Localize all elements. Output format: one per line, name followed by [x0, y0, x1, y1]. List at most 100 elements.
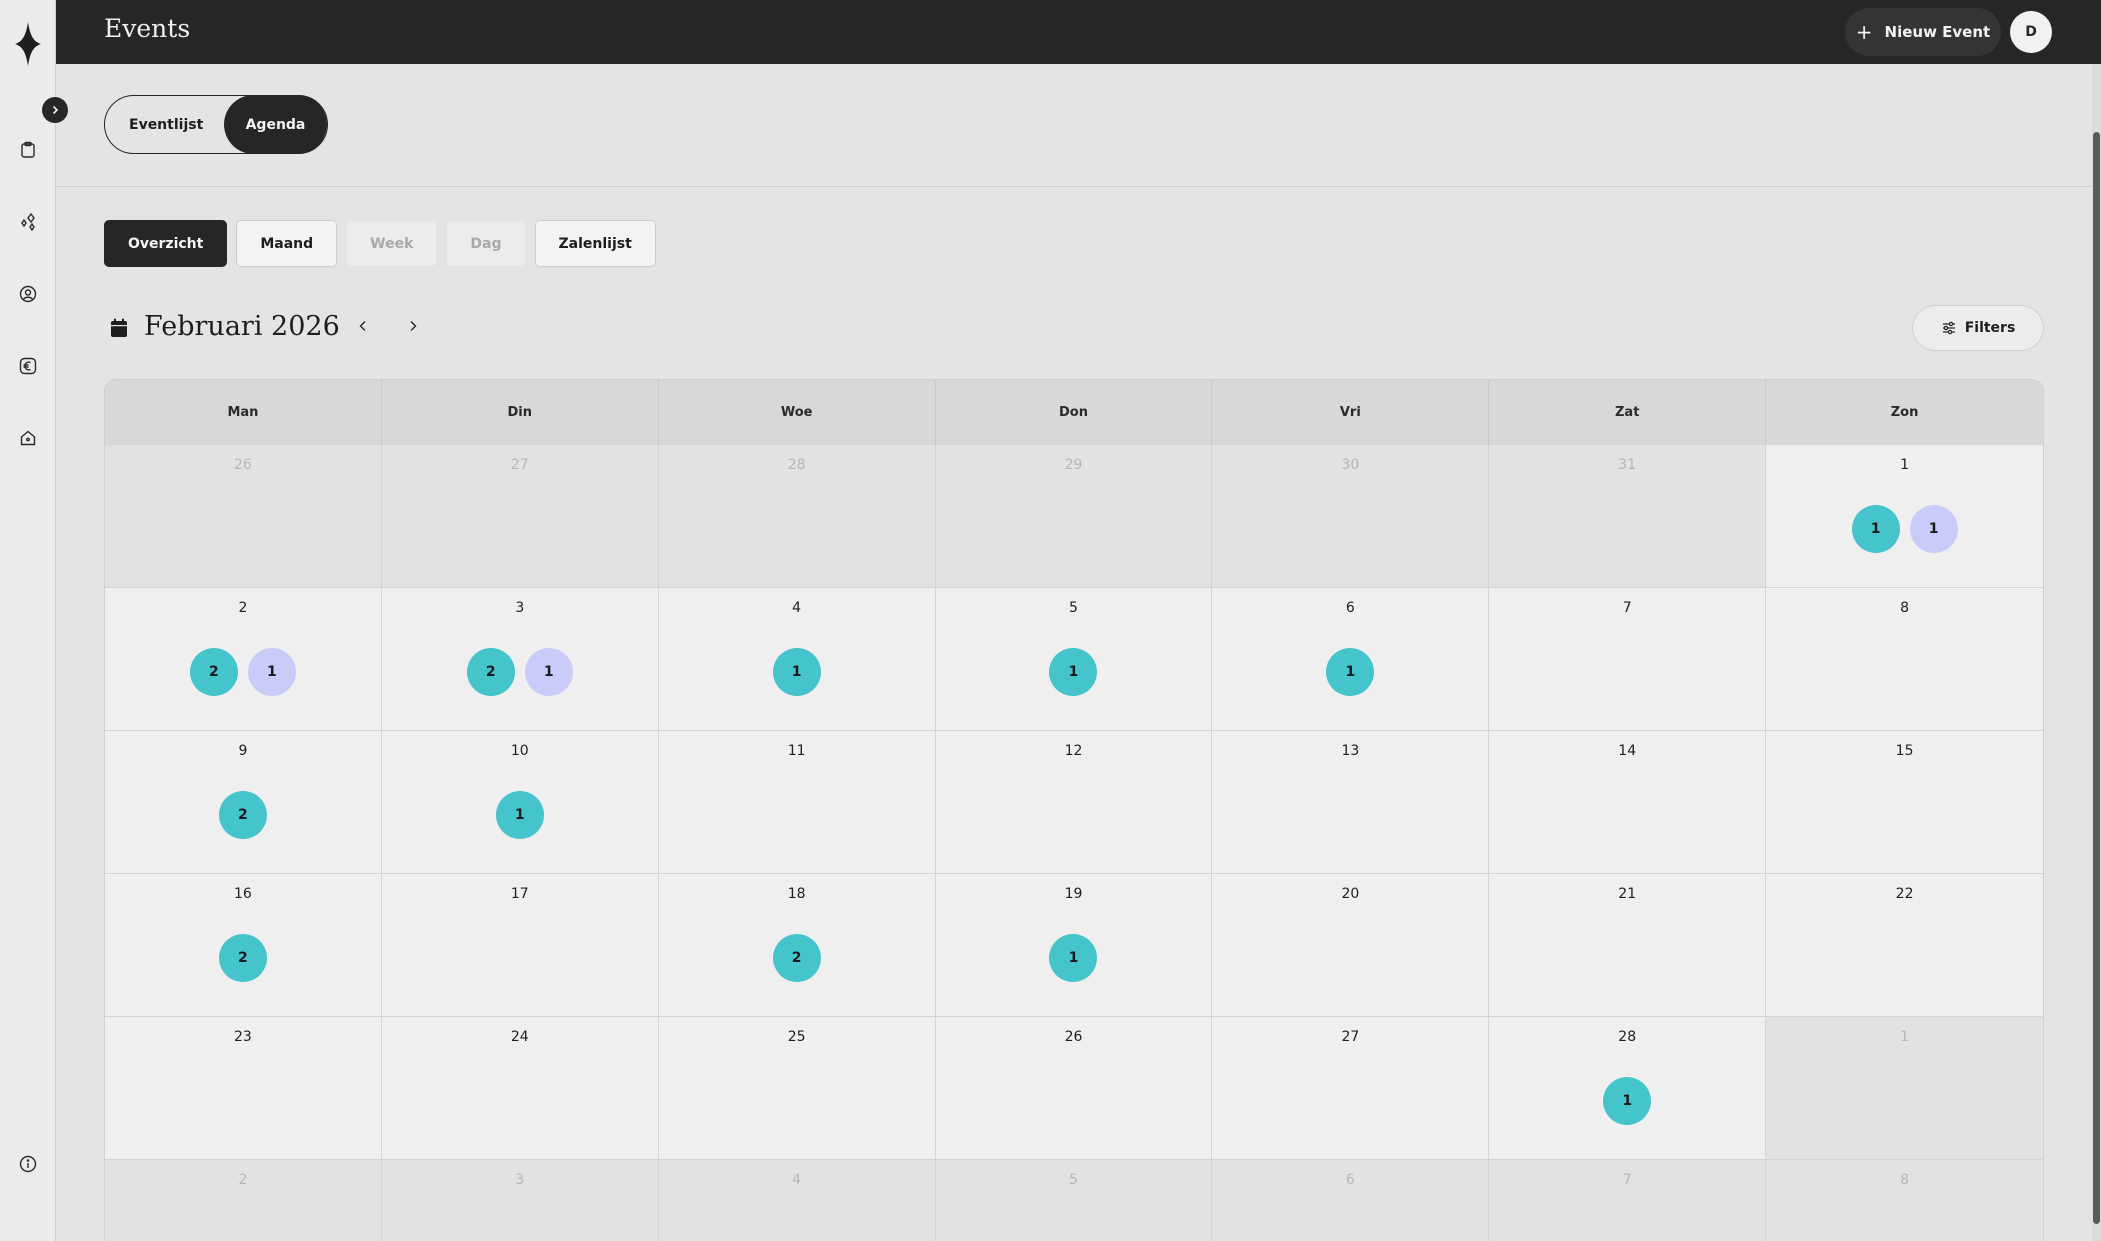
day-cell[interactable]: 8 — [1766, 588, 2043, 731]
prev-month-button[interactable] — [356, 317, 370, 338]
event-count-badge[interactable]: 1 — [772, 648, 821, 696]
tab-overzicht[interactable]: Overzicht — [104, 220, 228, 267]
month-header: Februari 2026 Filters — [104, 304, 2044, 354]
day-cell[interactable]: 13 — [1212, 731, 1490, 874]
toggle-agenda[interactable]: Agenda — [224, 95, 327, 154]
day-cell[interactable]: 28 1 — [1489, 1017, 1767, 1160]
event-count-badge[interactable]: 1 — [1326, 648, 1375, 696]
day-number: 11 — [787, 743, 806, 759]
avatar[interactable]: D — [2010, 11, 2052, 53]
event-count-badge[interactable]: 2 — [218, 934, 267, 982]
day-cell[interactable]: 3 21 — [381, 588, 659, 731]
sidebar-expand-button[interactable] — [42, 97, 68, 123]
day-number: 9 — [238, 743, 248, 759]
day-cell[interactable]: 221 — [105, 588, 382, 731]
event-count-badge[interactable]: 1 — [1851, 505, 1900, 553]
day-cell[interactable]: 3 — [381, 1160, 659, 1241]
event-count-badge[interactable]: 2 — [772, 934, 821, 982]
event-count-badge[interactable]: 2 — [189, 648, 238, 696]
clipboard-icon[interactable] — [17, 139, 39, 161]
day-cell[interactable]: 5 — [935, 1160, 1213, 1241]
new-event-button[interactable]: + Nieuw Event — [1845, 8, 2001, 56]
day-number: 6 — [1345, 1172, 1355, 1188]
home-icon[interactable] — [17, 427, 39, 449]
day-cell[interactable]: 30 — [1212, 445, 1490, 588]
event-badges: 1 — [1212, 648, 1488, 696]
day-cell[interactable]: 28 — [658, 445, 936, 588]
sparkle-diamonds-icon[interactable] — [17, 211, 39, 233]
day-number: 8 — [1900, 600, 1910, 616]
scrollbar-thumb[interactable] — [2093, 132, 2100, 1224]
event-count-badge[interactable]: 1 — [495, 791, 544, 839]
day-cell[interactable]: 26 — [935, 1017, 1213, 1160]
day-number: 4 — [792, 600, 802, 616]
event-count-badge[interactable]: 2 — [218, 791, 267, 839]
event-count-badge[interactable]: 1 — [1049, 648, 1098, 696]
day-cell[interactable]: 12 — [935, 731, 1213, 874]
event-count-badge[interactable]: 1 — [524, 648, 573, 696]
day-cell[interactable]: 18 2 — [658, 874, 936, 1017]
logo-diamond-icon[interactable] — [14, 20, 42, 68]
event-count-badge[interactable]: 1 — [1049, 934, 1098, 982]
event-count-badge[interactable]: 1 — [247, 648, 296, 696]
day-cell[interactable]: 1 — [1766, 1017, 2043, 1160]
day-cell[interactable]: 29 — [935, 445, 1213, 588]
toggle-eventlijst[interactable]: Eventlijst — [129, 117, 203, 133]
day-cell[interactable]: 20 — [1212, 874, 1490, 1017]
event-badges: 21 — [382, 648, 658, 696]
day-cell[interactable]: 24 — [381, 1017, 659, 1160]
event-badges: 1 — [936, 648, 1212, 696]
chevron-right-icon — [410, 320, 417, 332]
day-cell[interactable]: 15 — [1766, 731, 2043, 874]
day-cell[interactable]: 21 — [1489, 874, 1767, 1017]
day-number: 16 — [234, 886, 252, 902]
day-cell[interactable]: 51 — [935, 588, 1213, 731]
day-number: 1 — [1900, 1029, 1910, 1045]
day-cell[interactable]: 111 — [1766, 445, 2043, 588]
day-cell[interactable]: 11 — [658, 731, 936, 874]
day-cell[interactable]: 6 — [1212, 1160, 1490, 1241]
day-cell[interactable]: 17 — [381, 874, 659, 1017]
info-icon[interactable] — [17, 1153, 39, 1175]
day-cell[interactable]: 61 — [1212, 588, 1490, 731]
day-cell[interactable]: 7 — [1489, 588, 1767, 731]
event-badges: 1 — [1489, 1077, 1765, 1125]
day-cell[interactable]: 10 1 — [381, 731, 659, 874]
day-cell[interactable]: 7 — [1489, 1160, 1767, 1241]
calendar-days: 26 27 28 29 30 31 1 1 1 2 2 1 3 2 1 4 1 5 1 6 1 7 8 9 2 10 1 11 12 13… — [105, 445, 2043, 1241]
day-cell[interactable]: 25 — [658, 1017, 936, 1160]
day-cell[interactable]: 4 — [658, 1160, 936, 1241]
next-month-button[interactable] — [406, 317, 420, 338]
day-cell[interactable]: 27 — [1212, 1017, 1490, 1160]
day-cell[interactable]: 27 — [381, 445, 659, 588]
day-cell[interactable]: 92 — [105, 731, 382, 874]
day-cell[interactable]: 14 — [1489, 731, 1767, 874]
day-number: 14 — [1618, 743, 1637, 759]
day-number: 20 — [1341, 886, 1360, 902]
day-number: 18 — [787, 886, 806, 902]
day-cell[interactable]: 16 2 — [105, 874, 382, 1017]
day-cell[interactable]: 2 — [105, 1160, 382, 1241]
day-cell[interactable]: 26 — [105, 445, 382, 588]
tab-zalenlijst[interactable]: Zalenlijst — [534, 220, 656, 267]
filters-button[interactable]: Filters — [1912, 305, 2044, 351]
day-cell[interactable]: 31 — [1489, 445, 1767, 588]
day-cell[interactable]: 22 — [1766, 874, 2043, 1017]
day-cell[interactable]: 8 — [1766, 1160, 2043, 1241]
tab-maand[interactable]: Maand — [236, 220, 338, 267]
calendar-icon — [111, 318, 127, 337]
event-count-badge[interactable]: 1 — [1909, 505, 1958, 553]
event-badges: 11 — [1766, 505, 2043, 553]
day-number: 2 — [238, 1172, 248, 1188]
euro-icon[interactable] — [17, 355, 39, 377]
month-title: Februari 2026 — [144, 311, 340, 342]
event-count-badge[interactable]: 1 — [1603, 1077, 1652, 1125]
day-cell[interactable]: 19 1 — [935, 874, 1213, 1017]
view-tabs: Overzicht Maand Week Dag Zalenlijst — [104, 220, 656, 267]
day-cell[interactable]: 23 — [105, 1017, 382, 1160]
user-circle-icon[interactable] — [17, 283, 39, 305]
tab-dag: Dag — [446, 220, 526, 267]
scrollbar[interactable] — [2092, 64, 2101, 1241]
day-cell[interactable]: 41 — [658, 588, 936, 731]
event-count-badge[interactable]: 2 — [466, 648, 515, 696]
